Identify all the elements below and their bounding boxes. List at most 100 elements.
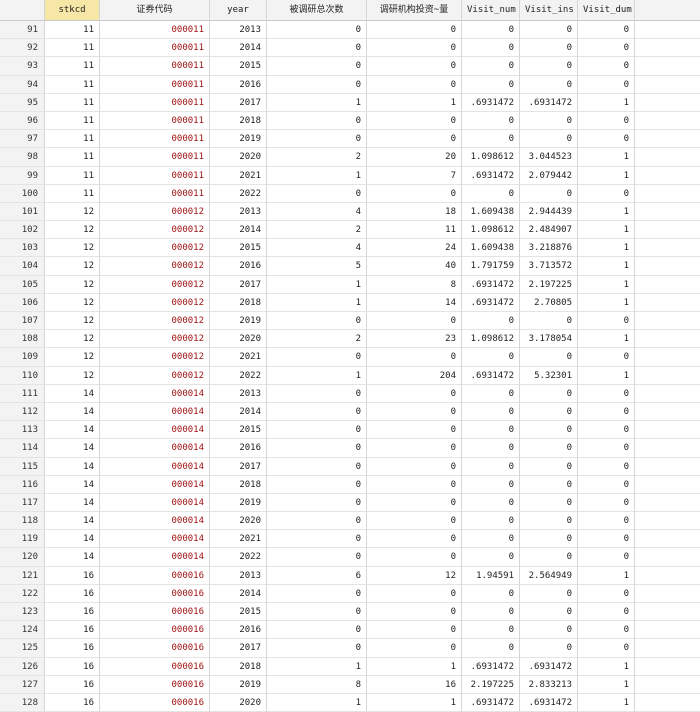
cell-stkcd[interactable]: 16 bbox=[45, 603, 100, 622]
cell-year[interactable]: 2017 bbox=[210, 275, 267, 294]
cell-visit-dum[interactable]: 1 bbox=[578, 566, 635, 585]
cell-stkcd[interactable]: 14 bbox=[45, 421, 100, 440]
cell-year[interactable]: 2018 bbox=[210, 657, 267, 676]
cell-visit-num[interactable]: 0 bbox=[462, 312, 520, 331]
row-number[interactable]: 106 bbox=[0, 293, 45, 312]
cell-security-code[interactable]: 000014 bbox=[100, 475, 210, 494]
cell-visit-num[interactable]: 0 bbox=[462, 439, 520, 458]
row-number[interactable]: 96 bbox=[0, 111, 45, 131]
cell-institution-count[interactable]: 0 bbox=[367, 75, 462, 94]
cell-visit-dum[interactable]: 1 bbox=[578, 675, 635, 694]
cell-survey-count[interactable]: 0 bbox=[267, 621, 367, 640]
row-number-header[interactable] bbox=[0, 0, 45, 20]
cell-security-code[interactable]: 000014 bbox=[100, 421, 210, 440]
cell-stkcd[interactable]: 11 bbox=[45, 111, 100, 131]
cell-visit-dum[interactable]: 0 bbox=[578, 402, 635, 422]
cell-security-code[interactable]: 000014 bbox=[100, 548, 210, 567]
cell-visit-ins[interactable]: 0 bbox=[520, 475, 578, 494]
cell-visit-ins[interactable]: 5.32301 bbox=[520, 366, 578, 385]
row-number[interactable]: 113 bbox=[0, 421, 45, 440]
cell-visit-ins[interactable]: 3.713572 bbox=[520, 257, 578, 276]
row-number[interactable]: 94 bbox=[0, 75, 45, 94]
cell-survey-count[interactable]: 0 bbox=[267, 475, 367, 494]
cell-year[interactable]: 2017 bbox=[210, 93, 267, 112]
cell-institution-count[interactable]: 23 bbox=[367, 330, 462, 349]
cell-visit-dum[interactable]: 1 bbox=[578, 693, 635, 712]
cell-visit-ins[interactable]: 0 bbox=[520, 312, 578, 331]
cell-security-code[interactable]: 000016 bbox=[100, 675, 210, 694]
cell-visit-num[interactable]: 0 bbox=[462, 512, 520, 531]
cell-survey-count[interactable]: 8 bbox=[267, 675, 367, 694]
cell-visit-dum[interactable]: 0 bbox=[578, 21, 635, 40]
cell-visit-num[interactable]: 1.609438 bbox=[462, 202, 520, 222]
cell-visit-ins[interactable]: 0 bbox=[520, 348, 578, 367]
cell-stkcd[interactable]: 14 bbox=[45, 439, 100, 458]
cell-security-code[interactable]: 000011 bbox=[100, 148, 210, 167]
cell-year[interactable]: 2015 bbox=[210, 239, 267, 258]
cell-visit-ins[interactable]: 0 bbox=[520, 584, 578, 603]
cell-institution-count[interactable]: 0 bbox=[367, 130, 462, 149]
cell-visit-num[interactable]: 0 bbox=[462, 75, 520, 94]
cell-visit-dum[interactable]: 0 bbox=[578, 457, 635, 476]
cell-institution-count[interactable]: 20 bbox=[367, 148, 462, 167]
cell-visit-dum[interactable]: 1 bbox=[578, 275, 635, 294]
cell-stkcd[interactable]: 14 bbox=[45, 457, 100, 476]
column-header-institution-count[interactable]: 调研机构投资~量 bbox=[367, 0, 462, 20]
cell-stkcd[interactable]: 11 bbox=[45, 57, 100, 76]
row-number[interactable]: 91 bbox=[0, 21, 45, 40]
cell-survey-count[interactable]: 0 bbox=[267, 39, 367, 58]
cell-visit-num[interactable]: 0 bbox=[462, 530, 520, 549]
cell-stkcd[interactable]: 12 bbox=[45, 275, 100, 294]
cell-visit-ins[interactable]: 2.70805 bbox=[520, 293, 578, 312]
cell-visit-ins[interactable]: 0 bbox=[520, 530, 578, 549]
cell-visit-ins[interactable]: 2.564949 bbox=[520, 566, 578, 585]
cell-survey-count[interactable]: 4 bbox=[267, 202, 367, 222]
cell-visit-dum[interactable]: 0 bbox=[578, 384, 635, 403]
column-header-visit-ins[interactable]: Visit_ins bbox=[520, 0, 578, 20]
cell-stkcd[interactable]: 11 bbox=[45, 148, 100, 167]
cell-visit-dum[interactable]: 0 bbox=[578, 75, 635, 94]
cell-security-code[interactable]: 000011 bbox=[100, 21, 210, 40]
cell-visit-ins[interactable]: 0 bbox=[520, 75, 578, 94]
cell-security-code[interactable]: 000014 bbox=[100, 402, 210, 422]
cell-visit-num[interactable]: .6931472 bbox=[462, 693, 520, 712]
cell-security-code[interactable]: 000014 bbox=[100, 439, 210, 458]
cell-visit-num[interactable]: 1.791759 bbox=[462, 257, 520, 276]
cell-stkcd[interactable]: 11 bbox=[45, 93, 100, 112]
cell-institution-count[interactable]: 0 bbox=[367, 402, 462, 422]
cell-visit-ins[interactable]: 0 bbox=[520, 512, 578, 531]
cell-institution-count[interactable]: 7 bbox=[367, 166, 462, 185]
cell-visit-dum[interactable]: 0 bbox=[578, 312, 635, 331]
cell-visit-num[interactable]: 0 bbox=[462, 384, 520, 403]
cell-survey-count[interactable]: 1 bbox=[267, 166, 367, 185]
cell-institution-count[interactable]: 1 bbox=[367, 657, 462, 676]
cell-visit-ins[interactable]: 0 bbox=[520, 111, 578, 131]
cell-survey-count[interactable]: 1 bbox=[267, 366, 367, 385]
cell-institution-count[interactable]: 0 bbox=[367, 21, 462, 40]
cell-survey-count[interactable]: 2 bbox=[267, 221, 367, 240]
cell-stkcd[interactable]: 11 bbox=[45, 21, 100, 40]
cell-visit-dum[interactable]: 0 bbox=[578, 39, 635, 58]
cell-stkcd[interactable]: 12 bbox=[45, 202, 100, 222]
cell-institution-count[interactable]: 0 bbox=[367, 312, 462, 331]
data-editor-grid[interactable]: stkcd 证券代码 year 被调研总次数 调研机构投资~量 Visit_nu… bbox=[0, 0, 700, 712]
cell-year[interactable]: 2018 bbox=[210, 111, 267, 131]
cell-security-code[interactable]: 000011 bbox=[100, 111, 210, 131]
cell-institution-count[interactable]: 0 bbox=[367, 348, 462, 367]
cell-visit-dum[interactable]: 1 bbox=[578, 257, 635, 276]
cell-security-code[interactable]: 000016 bbox=[100, 639, 210, 658]
cell-year[interactable]: 2019 bbox=[210, 493, 267, 513]
cell-survey-count[interactable]: 0 bbox=[267, 584, 367, 603]
cell-visit-dum[interactable]: 0 bbox=[578, 603, 635, 622]
cell-security-code[interactable]: 000011 bbox=[100, 39, 210, 58]
row-number[interactable]: 100 bbox=[0, 184, 45, 203]
cell-stkcd[interactable]: 16 bbox=[45, 566, 100, 585]
cell-visit-num[interactable]: 0 bbox=[462, 457, 520, 476]
cell-institution-count[interactable]: 0 bbox=[367, 603, 462, 622]
cell-security-code[interactable]: 000012 bbox=[100, 275, 210, 294]
cell-survey-count[interactable]: 0 bbox=[267, 457, 367, 476]
cell-visit-dum[interactable]: 0 bbox=[578, 475, 635, 494]
cell-visit-dum[interactable]: 0 bbox=[578, 621, 635, 640]
cell-visit-dum[interactable]: 1 bbox=[578, 293, 635, 312]
cell-year[interactable]: 2019 bbox=[210, 312, 267, 331]
